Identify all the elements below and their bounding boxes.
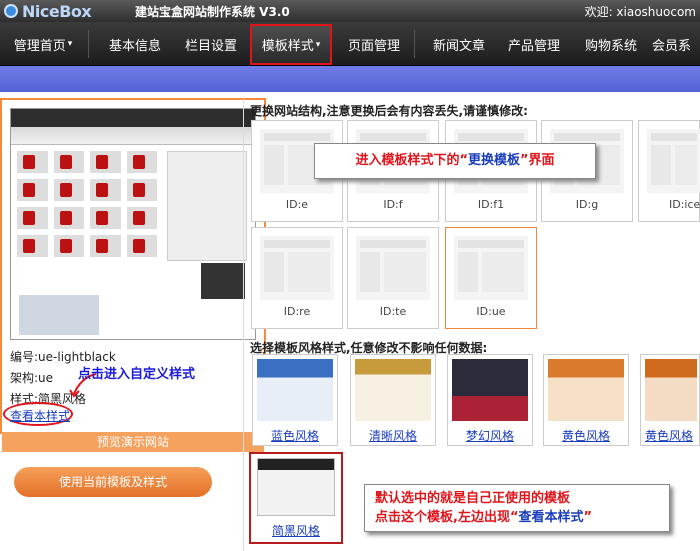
sub-nav-bar: [0, 66, 700, 92]
template-arch-text: 架构:ue: [10, 371, 54, 385]
system-title: 建站宝盒网站制作系统 V3.0: [135, 5, 290, 19]
template-card-ice[interactable]: ID:ice: [638, 120, 700, 222]
style-card-blue[interactable]: 蓝色风格: [252, 354, 338, 446]
nav-item-news[interactable]: 新闻文章: [422, 22, 496, 66]
nav-item-members[interactable]: 会员系: [652, 22, 700, 66]
preview-site-button[interactable]: 预览演示网站: [2, 432, 264, 452]
nav-item-basic-info[interactable]: 基本信息: [96, 22, 174, 66]
nav-item-home[interactable]: 管理首页 ▾: [4, 22, 82, 66]
nav-item-shopping[interactable]: 购物系统: [572, 22, 650, 66]
nav-item-column-settings[interactable]: 栏目设置: [172, 22, 250, 66]
style-card-yellow[interactable]: 黄色风格: [543, 354, 629, 446]
structure-section-title: 更换网站结构,注意更换后会有内容丢失,请谨慎修改:: [250, 104, 528, 118]
style-thumbnail: [548, 359, 624, 421]
nav-item-template-style[interactable]: 模板样式 ▾: [250, 24, 332, 65]
welcome-text: 欢迎: xiaoshuocom: [584, 5, 696, 19]
style-thumbnail: [355, 359, 431, 421]
style-thumbnail: [257, 458, 335, 516]
use-template-button[interactable]: 使用当前模板及样式: [14, 467, 212, 497]
style-card-dream[interactable]: 梦幻风格: [447, 354, 533, 446]
annotation-custom-style: 点击进入自定义样式: [78, 367, 196, 382]
nav-item-page-management[interactable]: 页面管理: [336, 22, 412, 66]
style-thumbnail: [645, 359, 697, 421]
nav-divider: [414, 30, 415, 58]
style-card-yellow-2[interactable]: 黄色风格: [640, 354, 700, 446]
annotation-selected-note: 默认选中的就是自己正使用的模板 点击这个模板,左边出现“查看本样式”: [364, 484, 670, 532]
main-nav: 管理首页 ▾ 基本信息 栏目设置 模板样式 ▾ 页面管理 新闻文章 产品管理 购物系…: [0, 22, 700, 66]
top-bar: NiceBox 建站宝盒网站制作系统 V3.0 欢迎: xiaoshuocom: [0, 0, 700, 22]
template-card-re[interactable]: ID:re: [251, 227, 343, 329]
style-thumbnail: [257, 359, 333, 421]
template-card-ue[interactable]: ID:ue: [445, 227, 537, 329]
style-card-clear[interactable]: 清晰风格: [350, 354, 436, 446]
template-card-te[interactable]: ID:te: [347, 227, 439, 329]
nav-divider: [88, 30, 89, 58]
panel-divider: [243, 98, 244, 551]
style-card-simple-black[interactable]: 简黑风格: [249, 452, 343, 544]
style-thumbnail: [452, 359, 528, 421]
current-template-panel: 编号:ue-lightblack 架构:ue 样式:简黑风格 查看本样式 预览演…: [0, 98, 266, 452]
logo-icon: [4, 4, 18, 18]
view-style-link[interactable]: 查看本样式: [10, 407, 70, 424]
logo: NiceBox: [4, 1, 92, 21]
chevron-down-icon: ▾: [315, 39, 321, 50]
template-preview-image[interactable]: [10, 108, 256, 340]
logo-text: NiceBox: [22, 1, 92, 21]
annotation-template-change: 进入模板样式下的“更换模板”界面: [314, 143, 596, 179]
chevron-down-icon: ▾: [67, 39, 73, 49]
nav-item-products[interactable]: 产品管理: [497, 22, 571, 66]
